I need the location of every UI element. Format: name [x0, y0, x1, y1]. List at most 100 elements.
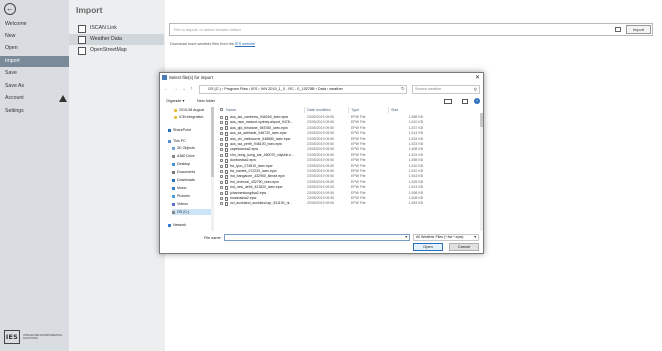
tree-item-label: Network — [173, 223, 187, 227]
file-type-value: All Weather Files (*.fwt *.epw) — [416, 235, 464, 239]
nav-item-welcome[interactable]: Welcome — [0, 19, 69, 30]
file-checkbox[interactable] — [220, 143, 223, 146]
tree-item[interactable]: ICM integration — [174, 114, 203, 120]
help-icon[interactable]: ? — [474, 98, 480, 104]
file-list-scrollbar[interactable] — [480, 113, 483, 231]
tree-item[interactable]: 3D Objects — [172, 145, 195, 151]
file-icon — [225, 131, 228, 136]
file-checkbox[interactable] — [220, 137, 223, 141]
downloads-icon — [172, 178, 175, 182]
column-name-header[interactable]: Name — [226, 107, 236, 113]
back-arrow-icon[interactable]: ← — [4, 3, 16, 15]
tree-item-label: Music — [177, 186, 187, 190]
file-icon — [225, 202, 228, 207]
file-checkbox[interactable] — [220, 180, 223, 184]
tree-item[interactable]: Desktop — [172, 161, 190, 167]
subnav-item-iscan-link[interactable]: ISCAN Link — [69, 23, 164, 34]
dialog-titlebar[interactable]: Select file(s) for import ✕ — [160, 73, 483, 83]
open-button[interactable]: Open — [413, 243, 443, 251]
file-checkbox[interactable] — [220, 132, 223, 136]
file-name-input[interactable]: ▼ — [224, 234, 410, 241]
nav-item-save[interactable]: Save — [0, 68, 69, 79]
view-options-icon[interactable] — [444, 99, 452, 104]
column-type-header[interactable]: Type — [351, 107, 359, 113]
tree-item[interactable]: Pictures — [172, 193, 190, 199]
file-list-scroll-thumb[interactable] — [480, 113, 483, 127]
tree-item-label: OS (C:) — [177, 210, 190, 214]
nav-item-import[interactable]: Import — [0, 56, 69, 67]
tree-item[interactable]: This PC — [168, 138, 186, 144]
tree-item-label: SharePoint — [173, 128, 191, 132]
tree-item[interactable]: 2019-08 August — [174, 107, 204, 113]
tree-item[interactable]: Videos — [172, 201, 188, 207]
file-checkbox[interactable] — [220, 197, 223, 200]
refresh-icon[interactable]: ↻ — [401, 86, 405, 92]
tree-scrollbar[interactable] — [211, 107, 214, 231]
chevron-down-icon[interactable]: ▼ — [405, 235, 408, 240]
nav-item-settings[interactable]: Settings — [0, 106, 69, 117]
column-date-header[interactable]: Date modified — [307, 107, 330, 113]
warning-icon — [59, 95, 67, 102]
tree-item[interactable]: A380 Drive — [172, 153, 195, 159]
import-button[interactable]: Import — [626, 25, 651, 34]
file-row[interactable]: nzl_auckland_auckland.ap_931190_ni... 23/… — [218, 201, 480, 207]
file-checkbox[interactable] — [220, 121, 223, 125]
file-icon — [225, 158, 228, 163]
file-checkbox[interactable] — [220, 186, 223, 190]
app-icon — [162, 75, 167, 80]
tree-item-selected[interactable]: OS (C:) — [172, 209, 211, 215]
search-icon: ⚲ — [473, 87, 477, 92]
file-checkbox[interactable] — [220, 170, 223, 173]
subnav-item-label: Weather Data — [90, 36, 122, 42]
browse-folder-icon[interactable] — [615, 27, 621, 32]
nav-item-save-as[interactable]: Save As — [0, 81, 69, 92]
weather-icon — [78, 36, 86, 44]
forward-icon[interactable]: → — [173, 86, 178, 93]
file-checkbox[interactable] — [220, 126, 223, 130]
tree-item[interactable]: SharePoint — [168, 127, 191, 133]
close-icon[interactable]: ✕ — [475, 74, 480, 82]
cancel-button[interactable]: Cancel — [449, 243, 479, 251]
folder-icon — [174, 108, 177, 112]
file-icon — [225, 121, 228, 126]
import-path-input[interactable]: File to import, or select browse button — [172, 26, 618, 34]
file-type-select[interactable]: All Weather Files (*.fwt *.epw) ▼ — [413, 234, 479, 241]
column-size-header[interactable]: Size — [391, 107, 398, 113]
drive-icon — [172, 210, 175, 214]
file-checkbox[interactable] — [220, 202, 223, 206]
file-checkbox[interactable] — [220, 159, 223, 163]
back-icon[interactable]: ← — [164, 86, 169, 93]
column-divider[interactable] — [304, 107, 305, 113]
recent-dropdown-icon[interactable]: ⌄ — [182, 86, 186, 93]
tree-item[interactable]: Downloads — [172, 177, 195, 183]
tree-item[interactable]: Documents — [172, 169, 195, 175]
address-bar[interactable]: OS (C:) › Program Files › IES › IVN 2019… — [199, 85, 407, 94]
file-checkbox[interactable] — [220, 153, 223, 157]
file-checkbox[interactable] — [220, 116, 223, 119]
file-checkbox[interactable] — [220, 164, 223, 168]
file-checkbox[interactable] — [220, 148, 223, 152]
tree-item[interactable]: Music — [172, 185, 186, 191]
new-folder-button[interactable]: New folder — [197, 97, 215, 105]
nav-item-open[interactable]: Open — [0, 43, 69, 54]
column-divider[interactable] — [388, 107, 389, 113]
file-open-dialog: Select file(s) for import ✕ ← → ⌄ ↑ OS (… — [159, 72, 484, 254]
up-icon[interactable]: ↑ — [190, 86, 193, 93]
tree-scroll-thumb[interactable] — [211, 107, 214, 177]
file-checkbox[interactable] — [220, 191, 223, 195]
nav-item-new[interactable]: New — [0, 31, 69, 42]
search-input[interactable]: Search weather ⚲ — [412, 85, 480, 94]
organize-button[interactable]: Organize ▾ — [166, 97, 184, 105]
column-divider[interactable] — [348, 107, 349, 113]
subnav-item-openstreetmap[interactable]: OpenStreetMap — [69, 45, 164, 56]
preview-pane-icon[interactable] — [462, 99, 468, 104]
subnav-item-weather-data[interactable]: Weather Data — [69, 34, 164, 45]
dialog-title: Select file(s) for import — [169, 75, 213, 80]
ies-website-link[interactable]: IES website — [235, 42, 255, 46]
select-all-checkbox[interactable] — [220, 108, 223, 111]
file-icon — [225, 137, 228, 142]
tree-item[interactable]: Network — [168, 222, 186, 228]
file-list: Name Date modified Type Size aus_act_can… — [218, 107, 480, 231]
file-icon — [225, 169, 228, 174]
file-checkbox[interactable] — [220, 175, 223, 179]
